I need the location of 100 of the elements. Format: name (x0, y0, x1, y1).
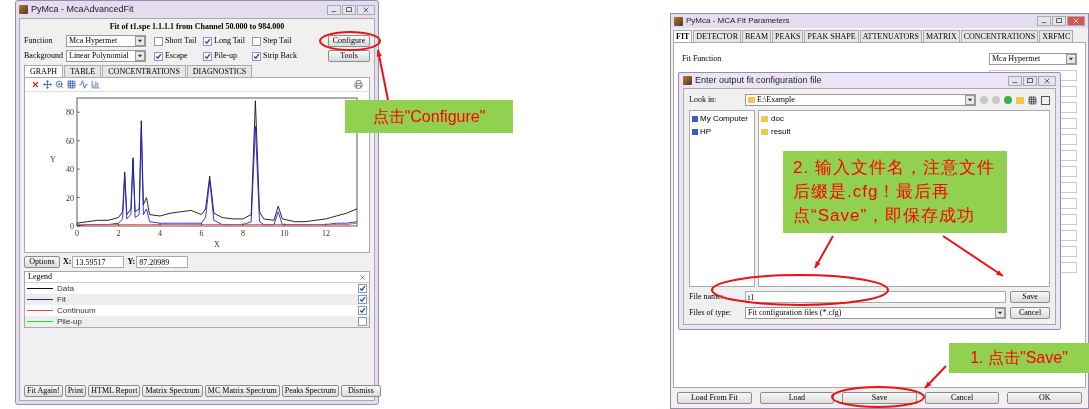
maximize-icon[interactable] (1052, 16, 1066, 26)
place-item[interactable]: My Computer (700, 113, 748, 125)
zoom-icon[interactable] (55, 80, 64, 89)
tab[interactable]: TABLE (64, 65, 102, 77)
grid-icon[interactable] (67, 80, 76, 89)
close-icon[interactable] (357, 4, 375, 15)
cursor-label: X: (63, 256, 72, 268)
checkbox[interactable] (154, 51, 163, 61)
field-label: Fit Function (682, 53, 723, 65)
close-icon[interactable] (1067, 16, 1085, 26)
x-tick: 4 (157, 222, 162, 238)
cursor-field[interactable]: 87.20989 (136, 256, 189, 268)
printer-icon[interactable] (354, 80, 363, 89)
tab[interactable]: DETECTOR (693, 30, 741, 42)
push-button[interactable]: Print (64, 385, 87, 397)
push-button[interactable]: Save (1010, 291, 1050, 303)
tab[interactable]: GRAPH (24, 65, 64, 77)
push-button[interactable]: Load (759, 392, 835, 404)
dropdown[interactable]: Mca Hypermet (66, 35, 146, 47)
checkbox[interactable] (358, 295, 367, 304)
field-label: Files of type: (689, 307, 733, 319)
grid-icon[interactable] (1028, 95, 1037, 105)
minimize-icon[interactable] (1008, 75, 1022, 86)
option-label: Long Tail (214, 35, 246, 47)
tab[interactable]: DIAGNOSTICS (186, 65, 253, 77)
dropdown-arrow-icon[interactable] (965, 95, 975, 105)
tab[interactable]: PEAKS (772, 30, 804, 42)
annotation-note: 2. 输入文件名，注意文件后缀是.cfg！最后再点“Save”，即保存成功 (783, 151, 1007, 233)
y-tick-label: 60 (66, 136, 74, 146)
dropdown-arrow-icon[interactable] (995, 308, 1005, 318)
x-tick: 10 (280, 222, 289, 238)
activity-icon[interactable] (79, 80, 88, 89)
file-item[interactable]: doc (771, 113, 784, 125)
tab[interactable]: XRFMC (1039, 30, 1074, 42)
dropdown[interactable]: Linear Polynomial (66, 50, 146, 62)
list-view-icon[interactable] (1041, 95, 1050, 105)
x-tick-label: 12 (321, 229, 330, 238)
push-button[interactable]: Peaks Spectrum (281, 385, 340, 397)
dropdown[interactable]: Mca Hypermet (989, 53, 1077, 65)
dropdown[interactable]: Fit configuration files (*.cfg) (745, 307, 1006, 319)
bar-chart-icon[interactable] (91, 80, 100, 89)
annotation-arrow (942, 235, 1004, 277)
dropdown-arrow-icon[interactable] (135, 36, 145, 46)
dropdown-arrow-icon[interactable] (135, 51, 145, 61)
tab[interactable]: CONCENTRATIONS (102, 65, 186, 77)
cursor-label: Y: (127, 256, 136, 268)
tab[interactable]: PEAK SHAPE (804, 30, 859, 42)
annotation-arrow (376, 49, 389, 101)
tab[interactable]: CONCENTRATIONS (960, 30, 1039, 42)
checkbox[interactable] (358, 306, 367, 315)
push-button[interactable]: Tools (328, 50, 370, 62)
place-item[interactable]: HP (700, 126, 712, 138)
x-icon[interactable] (31, 80, 40, 89)
checkbox[interactable] (203, 36, 212, 46)
dropdown[interactable]: E:\Example (745, 94, 976, 106)
cursor-field[interactable]: 13.59517 (72, 256, 125, 268)
push-button[interactable]: Dismiss (341, 385, 381, 397)
push-button[interactable]: Cancel (1010, 307, 1050, 319)
legend-title: Legend (28, 271, 53, 283)
minimize-icon[interactable] (327, 4, 341, 15)
checkbox[interactable] (203, 51, 212, 61)
dropdown-arrow-icon[interactable] (1066, 54, 1076, 64)
tab[interactable]: BEAM (742, 30, 772, 42)
checkbox[interactable] (358, 317, 367, 326)
checkbox[interactable] (252, 51, 261, 61)
checkbox[interactable] (252, 36, 261, 46)
tab[interactable]: MATRIX (923, 30, 960, 42)
push-button[interactable]: HTML Report (88, 385, 141, 397)
x-tick: 8 (240, 222, 245, 238)
push-button[interactable]: Cancel (924, 392, 1000, 404)
dialog-title: Enter output fit configuration file (695, 73, 823, 87)
close-icon[interactable] (1038, 75, 1056, 86)
drive-icon (692, 129, 698, 135)
option-label: Strip Back (263, 50, 297, 62)
push-button[interactable]: Options (24, 256, 60, 268)
annotation-arrow (924, 365, 947, 389)
legend-label: Data (57, 282, 75, 295)
maximize-icon[interactable] (342, 4, 356, 15)
legend-label: Pile-up (57, 315, 83, 328)
checkbox[interactable] (358, 284, 367, 293)
minimize-icon[interactable] (1037, 16, 1051, 26)
push-button[interactable]: OK (1007, 392, 1082, 404)
push-button[interactable]: Matrix Spectrum (142, 385, 203, 397)
push-button[interactable]: MC Matrix Spectrum (204, 385, 280, 397)
maximize-icon[interactable] (1023, 75, 1037, 86)
option-label: Step Tail (263, 35, 292, 47)
tab[interactable]: FIT (673, 30, 693, 42)
checkbox[interactable] (154, 36, 163, 46)
app-icon (674, 16, 683, 26)
y-tick: 40 (66, 165, 81, 175)
move-icon[interactable] (43, 80, 52, 89)
close-icon[interactable] (359, 273, 366, 281)
text-field[interactable]: t1 (745, 291, 1006, 303)
file-item[interactable]: result (771, 126, 791, 138)
push-button[interactable]: Fit Again! (24, 385, 63, 397)
push-button[interactable]: Configure (328, 35, 370, 47)
push-button[interactable]: Save (842, 392, 917, 404)
push-button[interactable]: Load From Fit (677, 392, 752, 404)
annotation-note: 点击"Configure" (345, 100, 513, 133)
tab[interactable]: ATTENUATORS (859, 30, 922, 42)
